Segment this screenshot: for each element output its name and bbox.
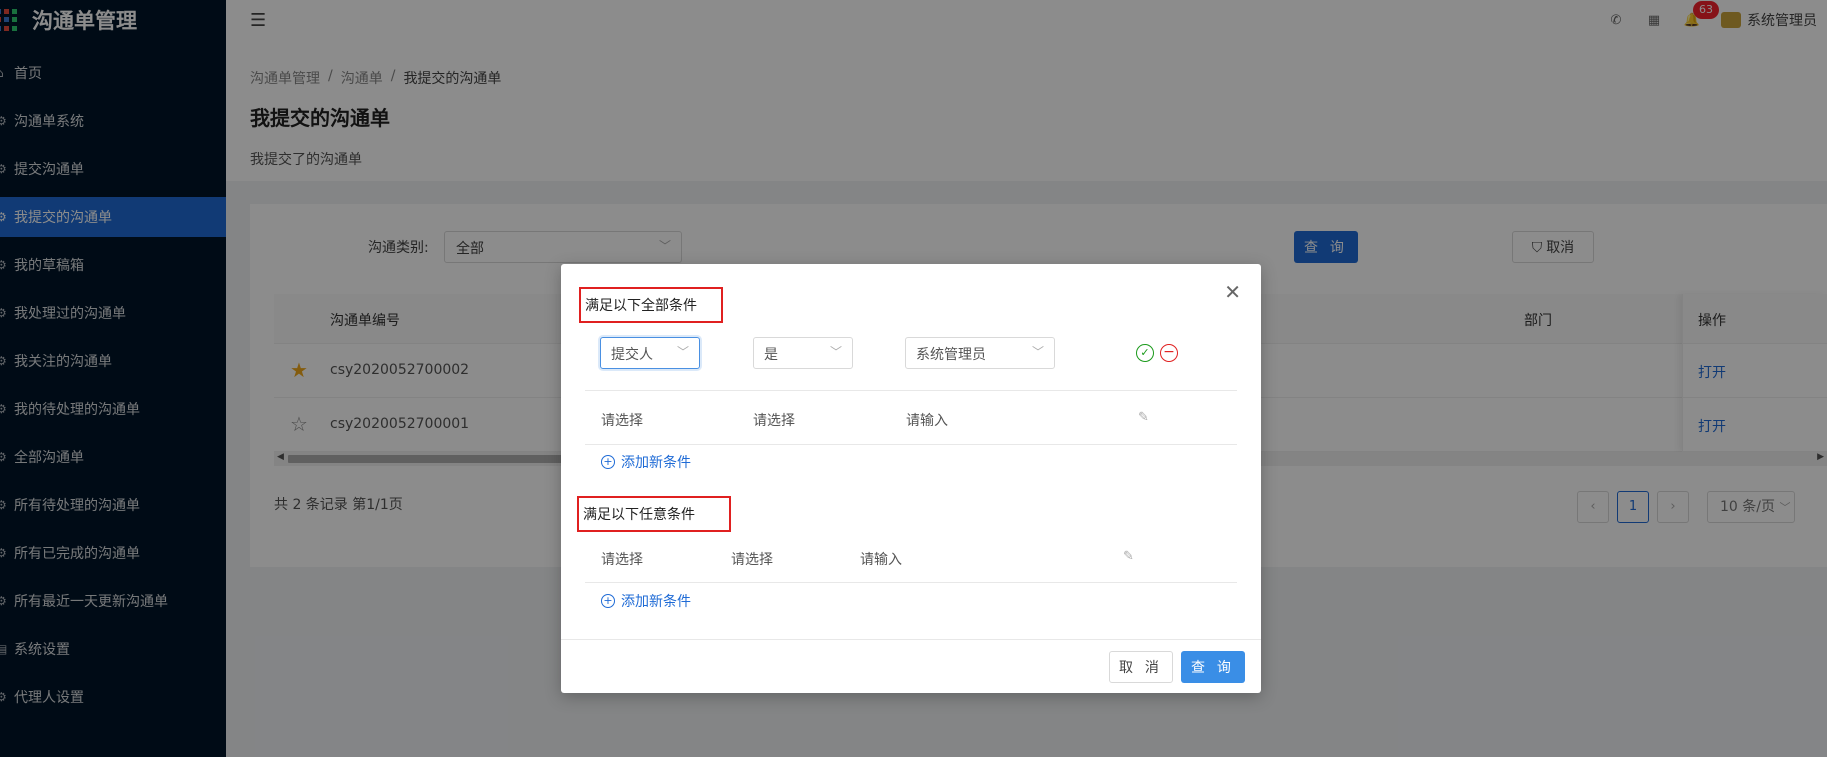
plus-circle-icon: +: [601, 455, 615, 469]
advanced-filter-modal: ✕ 满足以下全部条件 提交人 ﹀ 是 ﹀ 系统管理员 ﹀ ✓ − 请选择 请选择…: [561, 264, 1261, 693]
condition-field-value: 提交人: [611, 347, 653, 363]
group-all-title: 满足以下全部条件: [579, 287, 723, 323]
empty-field-placeholder[interactable]: 请选择: [601, 410, 643, 430]
divider: [585, 444, 1237, 445]
close-icon[interactable]: ✕: [1224, 280, 1241, 304]
edit-pencil-icon[interactable]: ✎: [1138, 410, 1149, 425]
remove-minus-icon[interactable]: −: [1160, 344, 1178, 362]
empty-value-placeholder[interactable]: 请输入: [906, 410, 948, 430]
plus-circle-icon: +: [601, 594, 615, 608]
empty-field-placeholder[interactable]: 请选择: [601, 549, 643, 569]
add-condition-link[interactable]: + 添加新条件: [601, 591, 691, 611]
divider: [585, 582, 1237, 583]
chevron-down-icon: ﹀: [829, 345, 842, 359]
divider: [585, 390, 1237, 391]
modal-cancel-button[interactable]: 取 消: [1109, 651, 1173, 683]
modal-footer: 取 消 查 询: [561, 639, 1261, 693]
condition-field-select[interactable]: 提交人 ﹀: [600, 337, 700, 369]
add-condition-link[interactable]: + 添加新条件: [601, 452, 691, 472]
condition-value-value: 系统管理员: [916, 347, 986, 363]
add-condition-label: 添加新条件: [621, 455, 691, 471]
empty-operator-placeholder[interactable]: 请选择: [731, 549, 773, 569]
chevron-down-icon: ﹀: [676, 345, 689, 359]
empty-value-placeholder[interactable]: 请输入: [860, 549, 902, 569]
condition-operator-select[interactable]: 是 ﹀: [753, 337, 853, 369]
chevron-down-icon: ﹀: [1031, 345, 1044, 359]
condition-value-select[interactable]: 系统管理员 ﹀: [905, 337, 1055, 369]
condition-operator-value: 是: [764, 347, 778, 363]
confirm-check-icon[interactable]: ✓: [1136, 344, 1154, 362]
add-condition-label: 添加新条件: [621, 594, 691, 610]
empty-operator-placeholder[interactable]: 请选择: [753, 410, 795, 430]
modal-query-button[interactable]: 查 询: [1181, 651, 1245, 683]
group-any-title: 满足以下任意条件: [577, 496, 731, 532]
edit-pencil-icon[interactable]: ✎: [1123, 549, 1134, 564]
